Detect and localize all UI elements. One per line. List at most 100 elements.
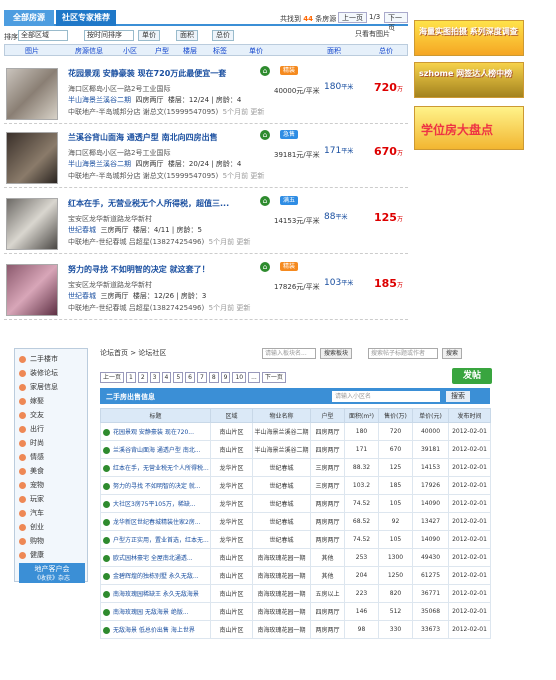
- table-row[interactable]: 欧式园林豪宅 全屋南北通透... 南山片区 南海玫瑰花园一期 其他 253 1300 494…: [100, 548, 491, 567]
- cell-title[interactable]: 欧式园林豪宅 全屋南北通透...: [100, 548, 211, 567]
- sidebar-item[interactable]: 嫁娶: [19, 395, 85, 407]
- community-link[interactable]: 半山海景兰溪谷二期: [68, 96, 131, 104]
- cell-date: 2012-02-01: [448, 620, 491, 639]
- community-search-button[interactable]: 搜索: [446, 391, 470, 402]
- post-search-input[interactable]: 搜索帖子标题或作者: [368, 348, 438, 359]
- community-link[interactable]: 世纪春城: [68, 226, 96, 234]
- listing-item[interactable]: 红本在手，无营业税无个人所得税，超值三... ⌂ 满五 宝安区龙华新道路龙华新村…: [4, 192, 408, 254]
- cell-title[interactable]: 无敌海景 低总价出售 海上世界: [100, 620, 211, 639]
- listing-item[interactable]: 兰溪谷背山面海 通透户型 南北向四房出售 ⌂ 急售 海口区椰岛小区一路2号工业国…: [4, 126, 408, 188]
- sort-area-button[interactable]: 面积: [176, 30, 198, 41]
- district-select[interactable]: 全部区域: [18, 30, 68, 41]
- cell-title[interactable]: 龙华新区世纪春城精装住家2房...: [100, 512, 211, 531]
- ad-banner[interactable]: 学位房大盘点: [414, 106, 524, 150]
- cell-title[interactable]: 南海玫瑰园 无敌海景 绝版...: [100, 602, 211, 621]
- listing-photo[interactable]: [6, 264, 58, 316]
- sidebar-item[interactable]: 宠物: [19, 479, 85, 491]
- cell-date: 2012-02-01: [448, 566, 491, 585]
- ad-banner[interactable]: szhome 网签达人榜中榜: [414, 62, 524, 98]
- sidebar-item[interactable]: 装修论坛: [19, 367, 85, 379]
- table-row[interactable]: 户型方正实用，置业首选，红本无... 龙华片区 世纪春城 两房两厅 74.52 105 14…: [100, 530, 491, 549]
- listing-photo[interactable]: [6, 68, 58, 120]
- photo-only-checkbox[interactable]: 只看有图片: [352, 30, 393, 41]
- sidebar-item[interactable]: 汽车: [19, 507, 85, 519]
- page-button[interactable]: 1: [126, 372, 136, 383]
- page-button[interactable]: 9: [220, 372, 231, 383]
- table-row[interactable]: 大社区3房75平105万，稀缺... 龙华片区 世纪春城 两房两厅 74.52 105 14…: [100, 494, 491, 513]
- sort-unit-price-button[interactable]: 单价: [138, 30, 160, 41]
- tab-expert-recommend[interactable]: 社区专家推荐: [56, 10, 116, 26]
- cell-title[interactable]: 大社区3房75平105万，稀缺...: [100, 494, 211, 513]
- house-icon: [103, 573, 110, 580]
- table-header-row: 标题 区域 物业名称 户型 面积(m²) 售价(万) 单价(元) 发布时间: [100, 408, 491, 423]
- sidebar-group[interactable]: 地产客户会: [19, 563, 85, 575]
- sidebar-item[interactable]: 创业: [19, 521, 85, 533]
- page-button[interactable]: 3: [149, 372, 160, 383]
- cell-layout: 两房两厅: [310, 620, 345, 639]
- new-post-button[interactable]: 发帖: [452, 368, 492, 384]
- sidebar-item[interactable]: 时尚: [19, 437, 85, 449]
- table-row[interactable]: 龙华新区世纪春城精装住家2房... 龙华片区 世纪春城 两房两厅 68.52 92 1342…: [100, 512, 491, 531]
- table-row[interactable]: 红本在手，无营业税无个人所得税... 龙华片区 世纪春城 三房两厅 88.32 125 14…: [100, 458, 491, 477]
- listing-title[interactable]: 红本在手，无营业税无个人所得税，超值三...: [68, 198, 229, 209]
- community-search-input[interactable]: 请输入小区名: [332, 391, 440, 402]
- sidebar-item[interactable]: 健康: [19, 549, 85, 561]
- board-search-input[interactable]: 请输入板块名...: [262, 348, 316, 359]
- page-button[interactable]: 8: [208, 372, 219, 383]
- community-link[interactable]: 世纪春城: [68, 292, 96, 300]
- cell-title[interactable]: 金碧辉煌的独栋别墅 永久无敌...: [100, 566, 211, 585]
- post-search-button[interactable]: 搜索: [442, 348, 463, 359]
- page-button[interactable]: 7: [196, 372, 207, 383]
- cell-estate: 世纪春城: [252, 494, 311, 513]
- table-row[interactable]: 无敌海景 低总价出售 海上世界 南山片区 南海玫瑰花园一期 两房两厅 98 330 3367…: [100, 620, 491, 639]
- tab-all-listings[interactable]: 全部房源: [4, 10, 54, 26]
- table-row[interactable]: 花园景观 安静豪装 现在720... 南山片区 半山海景兰溪谷二期 四房两厅 180 72…: [100, 422, 491, 441]
- cell-date: 2012-02-01: [448, 476, 491, 495]
- sidebar-item[interactable]: 家居信息: [19, 381, 85, 393]
- sidebar-item[interactable]: 美食: [19, 465, 85, 477]
- sidebar-item[interactable]: 情感: [19, 451, 85, 463]
- listing-title[interactable]: 努力的寻找 不如明智的决定 就这套了！: [68, 264, 210, 275]
- community-link[interactable]: 半山海景兰溪谷二期: [68, 160, 131, 168]
- sidebar-item[interactable]: 玩家: [19, 493, 85, 505]
- table-row[interactable]: 南海玫瑰园稀缺王 永久无敌海景 南山片区 南海玫瑰花园一期 五房以上 223 820 367…: [100, 584, 491, 603]
- breadcrumb[interactable]: 论坛首页 > 论坛社区: [100, 348, 166, 358]
- sidebar-item[interactable]: 出行: [19, 423, 85, 435]
- prev-page-button[interactable]: 上一页: [338, 12, 367, 23]
- listing-item[interactable]: 花园景观 安静豪装 现在720万此最便宜一套 ⌂ 精装 海口区椰岛小区一路2号工…: [4, 62, 408, 124]
- cell-title[interactable]: 努力的寻找 不如明智的决定 就...: [100, 476, 211, 495]
- dot-icon: [19, 523, 26, 531]
- sidebar-item[interactable]: 购物: [19, 535, 85, 547]
- table-row[interactable]: 兰溪谷背山面海 通透户型 南北... 南山片区 半山海景兰溪谷二期 四房两厅 171 67…: [100, 440, 491, 459]
- table-row[interactable]: 金碧辉煌的独栋别墅 永久无敌... 南山片区 南海玫瑰花园一期 其他 204 1250 61…: [100, 566, 491, 585]
- cell-title[interactable]: 花园景观 安静豪装 现在720...: [100, 422, 211, 441]
- sort-select[interactable]: 按时间排序: [84, 30, 134, 41]
- cell-price: 670: [378, 440, 413, 459]
- sidebar-group[interactable]: 《收获》杂志: [19, 575, 85, 583]
- ad-banner[interactable]: 海量实图拍摄 系列深度调查: [414, 20, 524, 56]
- col-community: 小区: [123, 47, 137, 55]
- cell-title[interactable]: 红本在手，无营业税无个人所得税...: [100, 458, 211, 477]
- listing-title[interactable]: 花园景观 安静豪装 现在720万此最便宜一套: [68, 68, 226, 79]
- page-button[interactable]: 6: [185, 372, 195, 383]
- sidebar-item[interactable]: 交友: [19, 409, 85, 421]
- page-button[interactable]: 2: [137, 372, 148, 383]
- listing-item[interactable]: 努力的寻找 不如明智的决定 就这套了！ ⌂ 精装 宝安区龙华新道路龙华新村 世纪…: [4, 258, 408, 320]
- page-button[interactable]: 10: [232, 372, 247, 383]
- sort-total-price-button[interactable]: 总价: [212, 30, 234, 41]
- sidebar-item[interactable]: 二手楼市: [19, 353, 85, 365]
- table-row[interactable]: 努力的寻找 不如明智的决定 就... 龙华片区 世纪春城 三房两厅 103.2 185 17…: [100, 476, 491, 495]
- listing-title[interactable]: 兰溪谷背山面海 通透户型 南北向四房出售: [68, 132, 218, 143]
- table-row[interactable]: 南海玫瑰园 无敌海景 绝版... 南山片区 南海玫瑰花园一期 四房两厅 146 512 35…: [100, 602, 491, 621]
- cell-title[interactable]: 南海玫瑰园稀缺王 永久无敌海景: [100, 584, 211, 603]
- cell-title[interactable]: 户型方正实用，置业首选，红本无...: [100, 530, 211, 549]
- prev-page-button[interactable]: 上一页: [100, 372, 125, 383]
- page-button[interactable]: 5: [173, 372, 184, 383]
- cell-title[interactable]: 兰溪谷背山面海 通透户型 南北...: [100, 440, 211, 459]
- listing-photo[interactable]: [6, 132, 58, 184]
- page-button[interactable]: 4: [161, 372, 172, 383]
- board-search-button[interactable]: 搜索板块: [320, 348, 353, 359]
- next-page-button[interactable]: 下一页: [261, 372, 286, 383]
- listing-photo[interactable]: [6, 198, 58, 250]
- next-page-button[interactable]: 下一页: [384, 12, 408, 32]
